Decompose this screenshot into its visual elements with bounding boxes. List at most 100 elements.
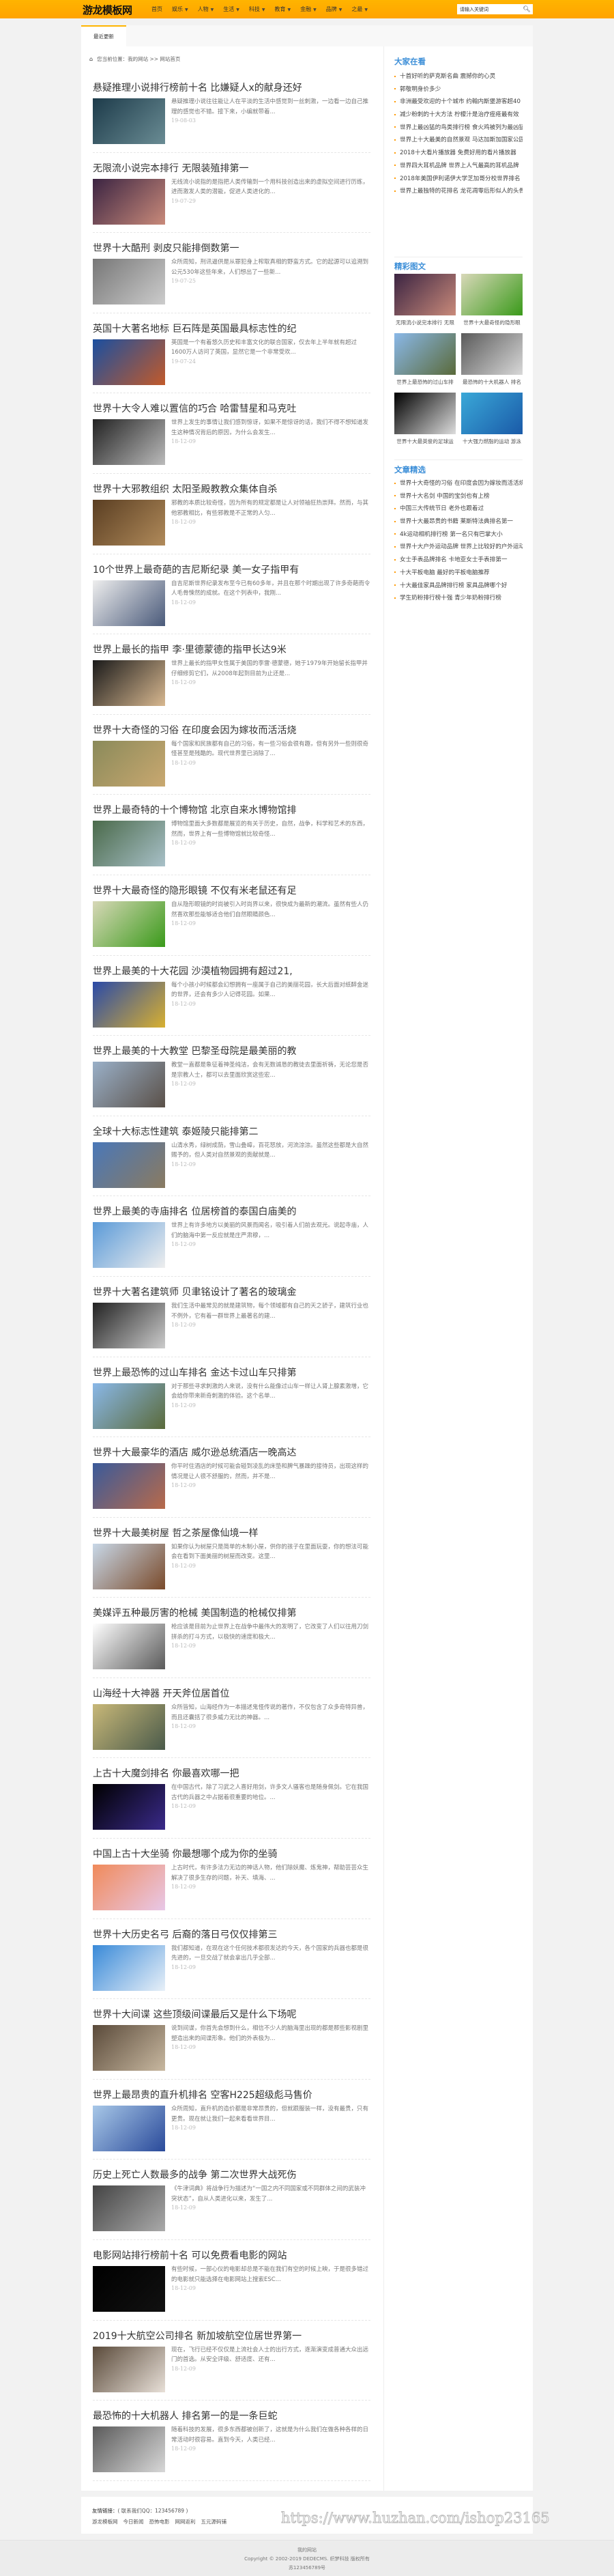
article-title[interactable]: 世界上最美的十大教堂 巴黎圣母院是最美丽的教 bbox=[93, 1045, 296, 1058]
article-title[interactable]: 电影网站排行榜前十名 可以免费看电影的网站 bbox=[93, 2250, 287, 2262]
article-thumbnail[interactable] bbox=[93, 660, 165, 707]
tab-latest[interactable]: 最近更新 bbox=[81, 25, 126, 46]
gallery-item[interactable]: 世界上最恐怖的过山车排 bbox=[394, 333, 456, 386]
article-thumbnail[interactable] bbox=[93, 1062, 165, 1108]
article-thumbnail[interactable] bbox=[93, 2426, 165, 2473]
featured-item[interactable]: 十大最佳家具品牌排行榜 家具品牌哪个好 bbox=[394, 580, 523, 593]
gallery-image[interactable] bbox=[394, 274, 456, 315]
gallery-image[interactable] bbox=[394, 333, 456, 375]
gallery-item[interactable]: 世界十大最奇怪的隐形眼 bbox=[461, 274, 523, 326]
article-thumbnail[interactable] bbox=[93, 98, 165, 144]
gallery-caption[interactable]: 世界上最恐怖的过山车排 bbox=[394, 378, 456, 386]
article-thumbnail[interactable] bbox=[93, 1703, 165, 1750]
popular-item[interactable]: 2018年美国伊利诺伊大学芝加哥分校世界排名 bbox=[394, 173, 523, 186]
article-title[interactable]: 历史上死亡人数最多的战争 第二次世界大战死伤 bbox=[93, 2169, 296, 2181]
article-thumbnail[interactable] bbox=[93, 1865, 165, 1911]
featured-item[interactable]: 十大平板电脑 最好的平板电脑推荐 bbox=[394, 567, 523, 580]
popular-item[interactable]: 非洲最受欢迎的十个城市 约翰内斯堡游客超40 bbox=[394, 96, 523, 109]
gallery-item[interactable]: 最恐怖的十大机器人 排名 bbox=[461, 333, 523, 386]
friend-link[interactable]: 今日新闻 bbox=[123, 2518, 144, 2525]
gallery-caption[interactable]: 十大强力燃脂的运动 游泳 bbox=[461, 438, 523, 445]
gallery-item[interactable]: 十大强力燃脂的运动 游泳 bbox=[461, 393, 523, 445]
article-title[interactable]: 世界十大邪教组织 太阳圣殿教教众集体自杀 bbox=[93, 483, 277, 496]
featured-item[interactable]: 世界十大奇怪的习俗 在印度会因为嫁妆而活活烧 bbox=[394, 477, 523, 490]
article-title[interactable]: 世界上最昂贵的直升机排名 空客H225超级彪马售价 bbox=[93, 2089, 312, 2101]
article-thumbnail[interactable] bbox=[93, 580, 165, 626]
article-title[interactable]: 世界上最美的十大花园 沙漠植物园拥有超过21, bbox=[93, 965, 293, 978]
footer-icp[interactable]: 苏123456789号 bbox=[0, 2564, 614, 2573]
popular-item[interactable]: 郭敬明身价多少 bbox=[394, 83, 523, 96]
popular-item[interactable]: 十首好听的萨克斯名曲 震撼你的心灵 bbox=[394, 70, 523, 83]
article-title[interactable]: 美媒评五种最厉害的枪械 美国制造的枪械仅排第 bbox=[93, 1607, 296, 1619]
popular-item[interactable]: 世界上最独特的花排名 龙花凋零后形似人的头骨 bbox=[394, 185, 523, 198]
article-thumbnail[interactable] bbox=[93, 2105, 165, 2151]
nav-item[interactable]: 人物 ▼ bbox=[198, 0, 214, 18]
nav-item[interactable]: 首页 bbox=[151, 0, 162, 18]
featured-item[interactable]: 学生奶粉排行榜十强 青少年奶粉排行榜 bbox=[394, 592, 523, 605]
article-thumbnail[interactable] bbox=[93, 1142, 165, 1188]
article-thumbnail[interactable] bbox=[93, 981, 165, 1028]
search-input[interactable] bbox=[457, 4, 522, 14]
article-title[interactable]: 世界十大酷刑 剥皮只能排倒数第一 bbox=[93, 242, 239, 255]
nav-item[interactable]: 科技 ▼ bbox=[249, 0, 265, 18]
article-title[interactable]: 无限流小说完本排行 无限装殖排第一 bbox=[93, 162, 248, 175]
popular-item[interactable]: 世界上最凶猛的鸟类排行榜 食火鸡被列为最凶猛 bbox=[394, 122, 523, 135]
featured-item[interactable]: 世界十大最昂贵的书籍 莱斯特法典排名第一 bbox=[394, 515, 523, 528]
nav-item[interactable]: 金融 ▼ bbox=[300, 0, 317, 18]
popular-item[interactable]: 世界四大耳机品牌 世界上人气最高的耳机品牌 bbox=[394, 160, 523, 173]
article-title[interactable]: 世界十大间谍 这些顶级间谍最后又是什么下场呢 bbox=[93, 2009, 296, 2021]
article-title[interactable]: 悬疑推理小说排行榜前十名 比嫌疑人x的献身还好 bbox=[93, 82, 302, 94]
article-thumbnail[interactable] bbox=[93, 259, 165, 305]
home-icon[interactable]: ⌂ bbox=[89, 56, 93, 62]
article-title[interactable]: 上古十大魔剑排名 你最喜欢哪一把 bbox=[93, 1768, 239, 1780]
article-title[interactable]: 世界十大奇怪的习俗 在印度会因为嫁妆而活活烧 bbox=[93, 724, 296, 737]
nav-item[interactable]: 生活 ▼ bbox=[223, 0, 239, 18]
nav-item[interactable]: 教育 ▼ bbox=[275, 0, 291, 18]
article-title[interactable]: 世界上最奇特的十个博物馆 北京自来水博物馆排 bbox=[93, 804, 296, 817]
friend-link[interactable]: 网网返利 bbox=[175, 2518, 196, 2525]
article-title[interactable]: 全球十大标志性建筑 泰姬陵只能排第二 bbox=[93, 1126, 258, 1138]
article-thumbnail[interactable] bbox=[93, 339, 165, 385]
nav-item[interactable]: 娱乐 ▼ bbox=[172, 0, 188, 18]
article-thumbnail[interactable] bbox=[93, 1944, 165, 1991]
article-thumbnail[interactable] bbox=[93, 740, 165, 787]
article-title[interactable]: 10个世界上最奇葩的吉尼斯纪录 美一女子指甲有 bbox=[93, 564, 299, 576]
article-thumbnail[interactable] bbox=[93, 1624, 165, 1670]
article-thumbnail[interactable] bbox=[93, 1463, 165, 1510]
article-title[interactable]: 2019十大航空公司排名 新加坡航空位居世界第一 bbox=[93, 2330, 302, 2343]
article-thumbnail[interactable] bbox=[93, 1222, 165, 1269]
article-title[interactable]: 最恐怖的十大机器人 排名第一的是一条巨蛇 bbox=[93, 2410, 277, 2422]
article-title[interactable]: 世界上最恐怖的过山车排名 金达卡过山车只排第 bbox=[93, 1367, 296, 1379]
article-thumbnail[interactable] bbox=[93, 419, 165, 466]
article-thumbnail[interactable] bbox=[93, 499, 165, 546]
article-title[interactable]: 世界上最美的寺庙排名 位居榜首的泰国白庙美的 bbox=[93, 1206, 296, 1218]
article-thumbnail[interactable] bbox=[93, 2025, 165, 2071]
search-icon[interactable]: 🔍︎ bbox=[522, 6, 531, 13]
article-thumbnail[interactable] bbox=[93, 2346, 165, 2392]
friend-link[interactable]: 恐怖电影 bbox=[149, 2518, 170, 2525]
gallery-image[interactable] bbox=[394, 393, 456, 434]
featured-item[interactable]: 世界十大户外运动品牌 世界上比较好的户外运动品牌 bbox=[394, 541, 523, 554]
nav-item[interactable]: 品牌 ▼ bbox=[326, 0, 342, 18]
nav-item[interactable]: 之最 ▼ bbox=[351, 0, 368, 18]
popular-item[interactable]: 2018十大看片播放器 免费好用的看片播放器 bbox=[394, 147, 523, 160]
article-thumbnail[interactable] bbox=[93, 2266, 165, 2312]
article-thumbnail[interactable] bbox=[93, 1784, 165, 1830]
article-title[interactable]: 世界十大最美树屋 哲之茶屋像仙境一样 bbox=[93, 1527, 258, 1540]
featured-item[interactable]: 女士手表品牌排名 卡地亚女士手表排第一 bbox=[394, 554, 523, 567]
breadcrumb-text[interactable]: 您当前位置：我的网站 >> 网站首页 bbox=[97, 55, 180, 63]
gallery-caption[interactable]: 无限流小说完本排行 无限 bbox=[394, 319, 456, 326]
gallery-image[interactable] bbox=[461, 333, 523, 375]
popular-item[interactable]: 世界上十大最美的自然景观 马达加斯加国家公园 bbox=[394, 134, 523, 147]
gallery-caption[interactable]: 世界十大最奇怪的隐形眼 bbox=[461, 319, 523, 326]
gallery-item[interactable]: 世界十大最英俊的足球运 bbox=[394, 393, 456, 445]
popular-item[interactable]: 减少粉刺的十大方法 柠檬汁是治疗痤疮最有效 bbox=[394, 109, 523, 122]
friend-link[interactable]: 游龙模板网 bbox=[92, 2518, 118, 2525]
article-thumbnail[interactable] bbox=[93, 1383, 165, 1429]
article-title[interactable]: 山海经十大神器 开天斧位居首位 bbox=[93, 1688, 229, 1700]
friend-link[interactable]: 五元源码铺 bbox=[201, 2518, 227, 2525]
gallery-caption[interactable]: 世界十大最英俊的足球运 bbox=[394, 438, 456, 445]
article-thumbnail[interactable] bbox=[93, 1302, 165, 1348]
site-logo[interactable]: 游龙模板网 bbox=[83, 3, 132, 17]
article-title[interactable]: 世界上最长的指甲 李·里德蒙德的指甲长达9米 bbox=[93, 644, 287, 656]
